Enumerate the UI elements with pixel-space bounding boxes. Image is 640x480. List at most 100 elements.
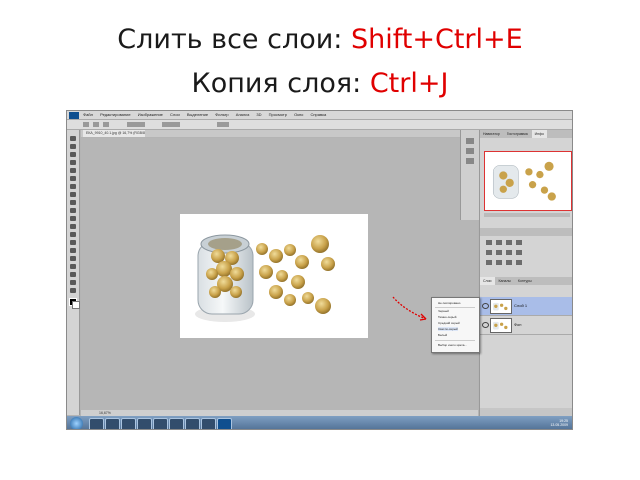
brightness-contrast-icon[interactable] [486, 240, 492, 245]
context-menu-item[interactable]: Средний серый [438, 321, 460, 325]
menu-item-analysis[interactable]: Анализ [236, 112, 250, 117]
visibility-eye-icon[interactable] [482, 322, 489, 328]
option-icon[interactable] [93, 122, 99, 127]
context-menu-item[interactable]: Темно-серый [438, 315, 456, 319]
gradient-tool-icon[interactable] [70, 224, 76, 229]
move-tool-icon[interactable] [70, 136, 76, 141]
hand-tool-icon[interactable] [70, 280, 76, 285]
background-color-swatch[interactable] [72, 301, 80, 309]
threshold-icon[interactable] [506, 260, 512, 265]
zoom-tool-icon[interactable] [70, 288, 76, 293]
navigator-thumbnail[interactable] [484, 151, 572, 211]
explorer-taskbar-icon[interactable] [89, 418, 104, 429]
actions-panel-icon[interactable] [466, 148, 474, 154]
layer-row[interactable]: Фон [480, 316, 572, 335]
navigator-zoom-slider[interactable] [484, 213, 570, 217]
menu-item-layers[interactable]: Слои [170, 112, 180, 117]
tool-preset-icon[interactable] [83, 122, 89, 127]
photoshop-taskbar-icon[interactable] [217, 418, 232, 429]
posterize-icon[interactable] [496, 260, 502, 265]
curves-icon[interactable] [506, 240, 512, 245]
lasso-tool-icon[interactable] [70, 152, 76, 157]
brush-panel-icon[interactable] [466, 158, 474, 164]
context-menu-item[interactable]: Черный [438, 309, 449, 313]
eraser-tool-icon[interactable] [70, 216, 76, 221]
visibility-eye-icon[interactable] [482, 303, 489, 309]
brush-tool-icon[interactable] [70, 192, 76, 197]
duplicate-layer-label: Копия слоя: [191, 68, 370, 99]
browser-taskbar-icon[interactable] [121, 418, 136, 429]
tab-navigator[interactable]: Навигатор [480, 130, 503, 138]
layer-thumbnail-image [493, 302, 508, 311]
tab-channels[interactable]: Каналы [496, 277, 514, 285]
start-button-icon[interactable] [70, 417, 83, 429]
blur-tool-icon[interactable] [70, 232, 76, 237]
photoshop-app-icon[interactable] [69, 111, 79, 119]
menu-bar: Файл Редактирование Изображение Слои Выд… [67, 111, 572, 120]
crop-tool-icon[interactable] [70, 168, 76, 173]
menu-item-window[interactable]: Окно [294, 112, 303, 117]
vibrance-icon[interactable] [486, 250, 492, 255]
system-clock[interactable]: 19:25 13.05.2009 [550, 419, 568, 427]
levels-icon[interactable] [496, 240, 502, 245]
color-balance-icon[interactable] [506, 250, 512, 255]
option-field[interactable] [217, 122, 229, 127]
app-taskbar-icon[interactable] [185, 418, 200, 429]
duplicate-layer-hotkey: Ctrl+J [369, 68, 449, 99]
exposure-icon[interactable] [516, 240, 522, 245]
option-field[interactable] [127, 122, 145, 127]
menu-item-image[interactable]: Изображение [138, 112, 163, 117]
option-field[interactable] [162, 122, 180, 127]
merge-layers-hotkey: Shift+Ctrl+E [350, 24, 523, 55]
eyedropper-tool-icon[interactable] [70, 176, 76, 181]
slide-title-line-1: Слить все слои: Shift+Ctrl+E [0, 24, 640, 56]
dodge-tool-icon[interactable] [70, 240, 76, 245]
tab-histogram[interactable]: Гистограмма [504, 130, 531, 138]
marquee-tool-icon[interactable] [70, 144, 76, 149]
invert-icon[interactable] [486, 260, 492, 265]
options-bar [67, 120, 572, 130]
menu-item-edit[interactable]: Редактирование [100, 112, 130, 117]
menu-item-select[interactable]: Выделение [187, 112, 208, 117]
option-icon[interactable] [103, 122, 109, 127]
tab-info[interactable]: Инфо [531, 130, 547, 138]
gradient-map-icon[interactable] [516, 260, 522, 265]
menu-item-filter[interactable]: Фильтр [215, 112, 228, 117]
menu-item-view[interactable]: Просмотр [269, 112, 287, 117]
menu-item-file[interactable]: Файл [83, 112, 93, 117]
context-menu-item[interactable]: Не скопировано [438, 301, 460, 305]
magic-wand-tool-icon[interactable] [70, 160, 76, 165]
app-taskbar-icon[interactable] [169, 418, 184, 429]
shape-tool-icon[interactable] [70, 272, 76, 277]
hue-saturation-icon[interactable] [496, 250, 502, 255]
healing-brush-tool-icon[interactable] [70, 184, 76, 189]
menu-item-help[interactable]: Справка [311, 112, 327, 117]
document-tab[interactable]: ЕКА_9910_40.1.jpg @ 16,7% (RGB/8) [83, 130, 145, 137]
menu-item-3d[interactable]: 3D [256, 112, 261, 117]
history-panel-icon[interactable] [466, 138, 474, 144]
layer-row-selected[interactable]: Слой 1 [480, 297, 572, 316]
tab-paths[interactable]: Контуры [515, 277, 535, 285]
history-brush-tool-icon[interactable] [70, 208, 76, 213]
navigator-preview-image [493, 161, 556, 201]
pen-tool-icon[interactable] [70, 248, 76, 253]
media-player-taskbar-icon[interactable] [105, 418, 120, 429]
context-menu-item[interactable]: Белый [438, 333, 447, 337]
type-tool-icon[interactable] [70, 256, 76, 261]
app-taskbar-icon[interactable] [153, 418, 168, 429]
canvas-workspace[interactable] [81, 138, 478, 410]
clone-stamp-tool-icon[interactable] [70, 200, 76, 205]
context-menu-item[interactable]: Выбор иного цвета... [438, 343, 467, 347]
path-selection-tool-icon[interactable] [70, 264, 76, 269]
layer-thumbnail-image [493, 321, 508, 330]
navigator-panel-tabs: Навигатор Гистограмма Инфо [480, 130, 572, 138]
app-taskbar-icon[interactable] [201, 418, 216, 429]
menu-divider [435, 307, 475, 308]
tab-layers[interactable]: Слои [480, 277, 495, 285]
app-taskbar-icon[interactable] [137, 418, 152, 429]
black-white-icon[interactable] [516, 250, 522, 255]
menu-divider [435, 340, 475, 341]
collapsed-panel-strip [460, 130, 479, 220]
context-menu-item-highlighted[interactable]: Светло-серый [438, 327, 458, 331]
layer-name: Фон [514, 322, 522, 327]
